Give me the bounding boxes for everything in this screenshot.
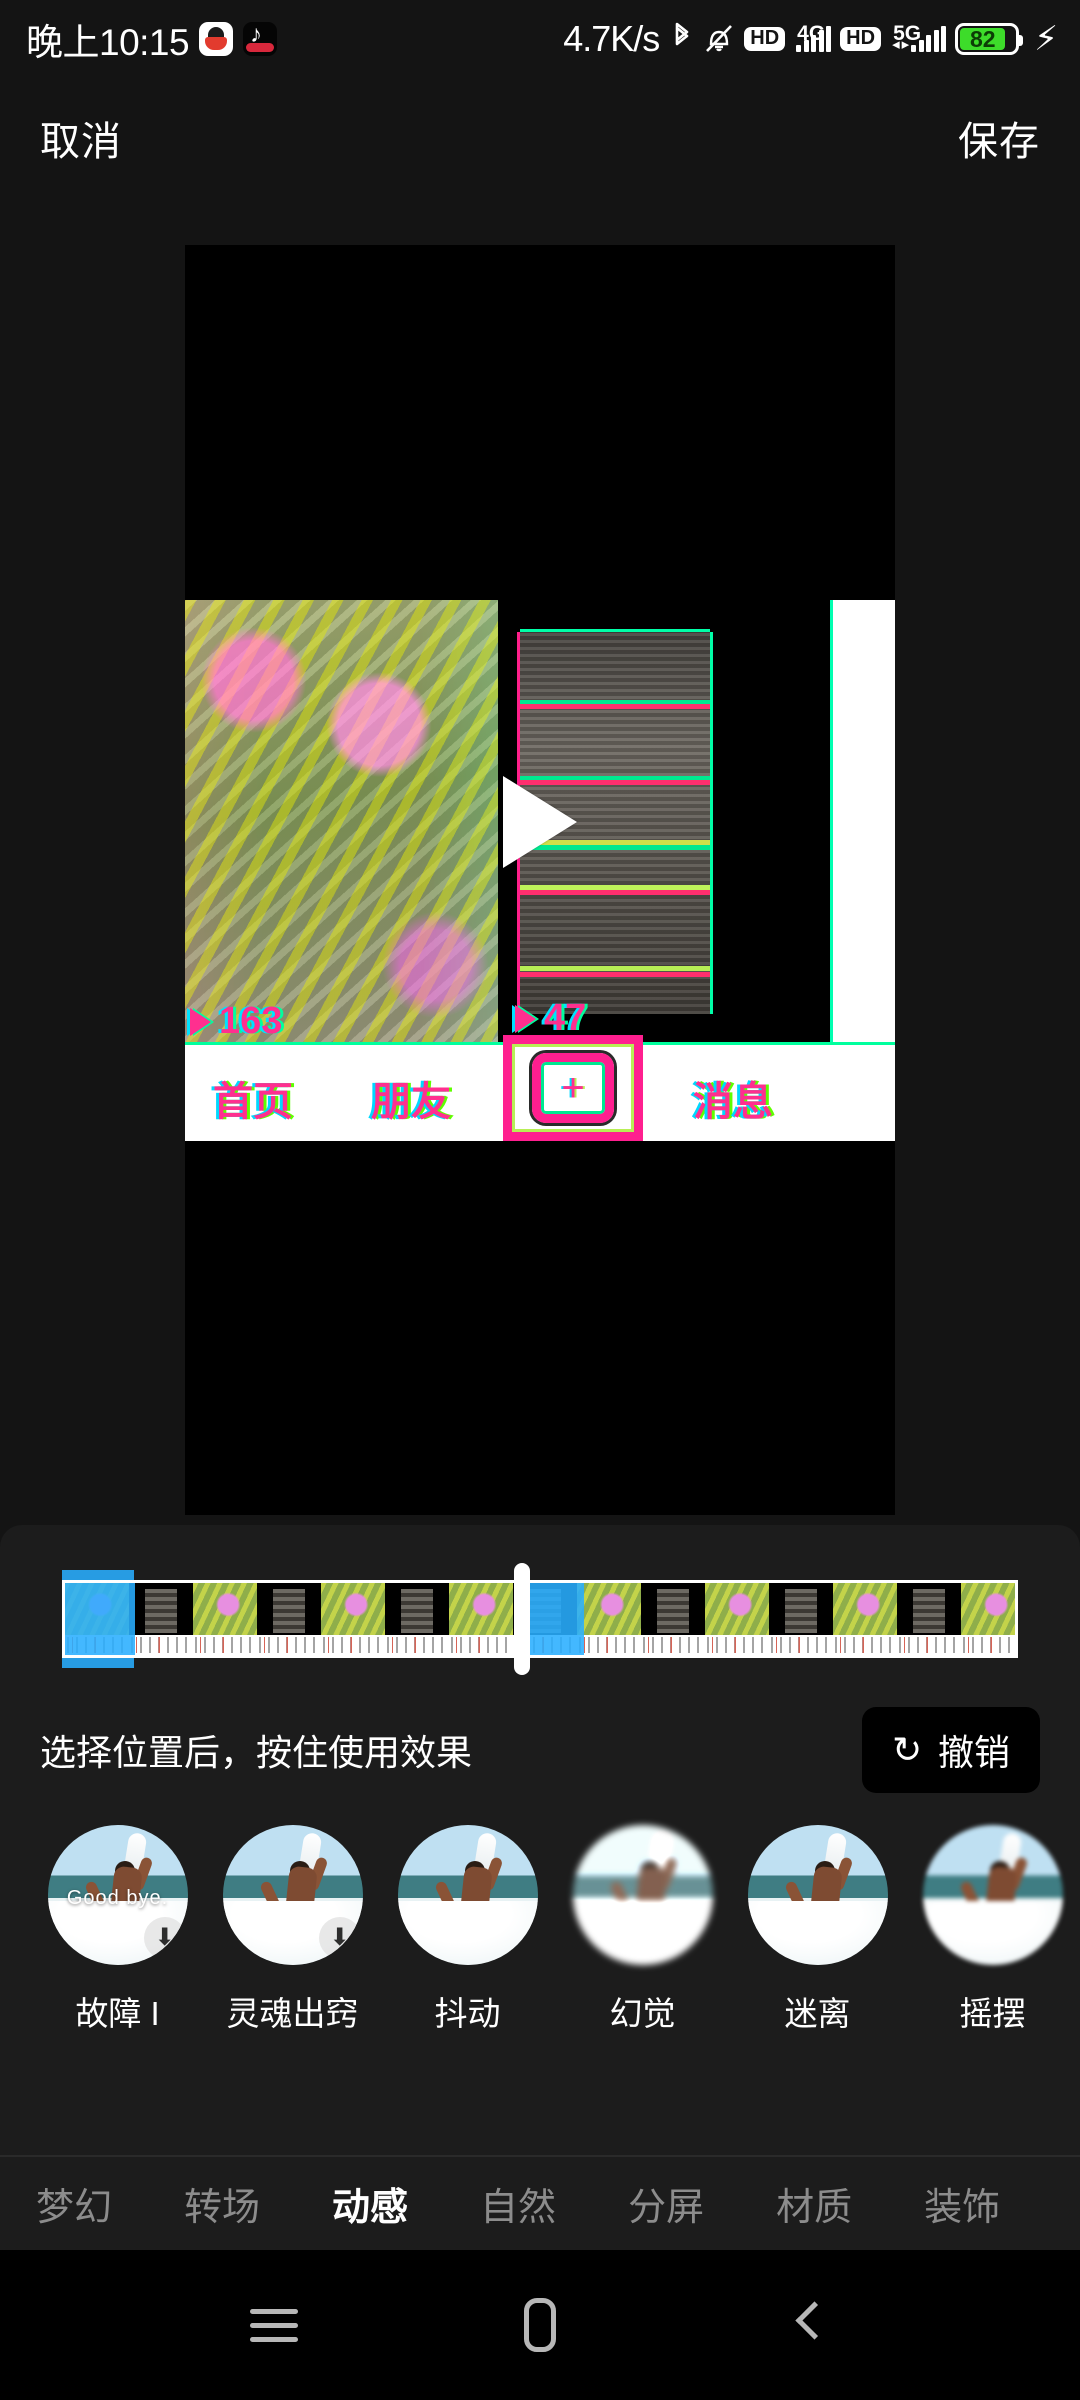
- timeline-frame: [193, 1583, 257, 1655]
- tab-caizhi[interactable]: 材质: [740, 2176, 888, 2231]
- tab-fenping[interactable]: 分屏: [592, 2176, 740, 2231]
- qq-icon: [199, 22, 234, 56]
- timeline-frame: [705, 1583, 769, 1655]
- tab-mengahuan[interactable]: 梦幻: [0, 2176, 148, 2231]
- effect-item-2[interactable]: 抖动: [380, 1825, 555, 2075]
- recents-icon[interactable]: [244, 2295, 304, 2355]
- timeline-frame: [577, 1583, 641, 1655]
- network-type-sim2: 5G: [893, 22, 922, 45]
- undo-button[interactable]: ↺ 撤销: [861, 1707, 1040, 1793]
- effect-overlay-text: Good bye.: [66, 1886, 169, 1909]
- battery-icon: 82: [955, 23, 1024, 55]
- play-icon[interactable]: [503, 776, 577, 868]
- inner-nav-add-icon: +: [532, 1053, 614, 1123]
- download-badge-icon: ⬇: [143, 1917, 186, 1959]
- effect-thumbnail: Good bye. ⬇: [47, 1825, 188, 1965]
- timeline-frame: [833, 1583, 897, 1655]
- status-bar-right: 4.7K/s HD 4G HD 5G ◂ ▸ 82 ⚡: [563, 18, 1058, 60]
- undo-icon: ↺: [891, 1729, 922, 1770]
- video-preview-area: 163 47 首页 朋友 + 消息: [0, 245, 1080, 1525]
- inner-nav-home: 首页: [213, 1080, 293, 1124]
- effect-item-4[interactable]: 迷离: [730, 1825, 905, 2075]
- video-inner-navbar: 首页 朋友 + 消息: [185, 1035, 895, 1141]
- save-button[interactable]: 保存: [958, 109, 1040, 167]
- timeline-filmstrip[interactable]: [62, 1580, 1018, 1658]
- timeline-frame: [257, 1583, 321, 1655]
- effect-item-1[interactable]: ⬇ 灵魂出窍: [205, 1825, 380, 2075]
- effect-item-5[interactable]: 摇摆: [905, 1825, 1080, 2075]
- timeline-frame: [897, 1583, 961, 1655]
- effect-thumbnail: [572, 1825, 713, 1965]
- timeline-effect-segment-2[interactable]: [530, 1583, 584, 1655]
- play-triangle-icon: [190, 1007, 211, 1036]
- tab-donggan[interactable]: 动感: [296, 2176, 444, 2231]
- category-tabs[interactable]: 梦幻 转场 动感 自然 分屏 材质 装饰: [0, 2155, 1080, 2250]
- home-icon[interactable]: [510, 2295, 570, 2355]
- status-clock: 晚上10:15: [26, 22, 190, 63]
- charging-bolt-icon: ⚡: [1034, 20, 1058, 58]
- hd-badge-sim2: HD: [840, 27, 882, 51]
- effects-list[interactable]: Good bye. ⬇ 故障 I ⬇ 灵魂出窍 抖动 幻觉 迷离 摇摆: [0, 1825, 1080, 2075]
- mute-icon: [703, 22, 735, 56]
- video-preview[interactable]: 163 47 首页 朋友 + 消息: [185, 245, 895, 1515]
- tab-ziran[interactable]: 自然: [444, 2176, 592, 2231]
- view-count-left: 163: [190, 1000, 282, 1043]
- network-type-sim1: 4G: [797, 22, 826, 45]
- effect-label: 故障 I: [75, 1995, 160, 2032]
- cancel-button[interactable]: 取消: [40, 109, 122, 167]
- effect-item-3[interactable]: 幻觉: [555, 1825, 730, 2075]
- timeline-frame: [129, 1583, 193, 1655]
- timeline-frame: [385, 1583, 449, 1655]
- back-icon[interactable]: [776, 2295, 836, 2355]
- inner-nav-friends: 朋友: [371, 1080, 451, 1124]
- hint-row: 选择位置后，按住使用效果 ↺ 撤销: [0, 1695, 1080, 1805]
- timeline-frame: [321, 1583, 385, 1655]
- effect-label: 抖动: [434, 1995, 501, 2032]
- effect-label: 灵魂出窍: [226, 1995, 359, 2032]
- view-count-right-value: 47: [544, 997, 587, 1039]
- tiktok-icon: [243, 22, 278, 56]
- app-root: 晚上10:15 4.7K/s HD 4G HD 5G ◂▸: [0, 0, 1080, 2400]
- timeline-effect-segment-1[interactable]: [65, 1583, 135, 1655]
- android-nav-bar: [0, 2250, 1080, 2400]
- timeline-frame: [769, 1583, 833, 1655]
- undo-label: 撤销: [937, 1732, 1010, 1773]
- view-count-left-value: 163: [219, 1000, 283, 1042]
- play-triangle-icon-2: [515, 1004, 536, 1033]
- timeline-frame: [449, 1583, 513, 1655]
- bluetooth-icon: [670, 22, 694, 56]
- view-count-right: 47: [515, 997, 586, 1040]
- network-speed: 4.7K/s: [563, 18, 660, 59]
- effect-label: 摇摆: [959, 1995, 1026, 2032]
- tab-zhuanchang[interactable]: 转场: [148, 2176, 296, 2231]
- effect-thumbnail: [747, 1825, 888, 1965]
- timeline-frame: [961, 1583, 1015, 1655]
- signal-sim2: 5G ◂ ▸: [890, 22, 947, 52]
- effect-thumbnail: ⬇: [222, 1825, 363, 1965]
- top-action-bar: 取消 保存: [0, 78, 1080, 198]
- download-badge-icon: ⬇: [318, 1917, 361, 1959]
- inner-nav-add-highlight: +: [503, 1035, 643, 1141]
- video-flora-region: [185, 600, 498, 1045]
- inner-nav-messages: 消息: [693, 1080, 773, 1124]
- timeline-frame: [641, 1583, 705, 1655]
- effect-thumbnail: [922, 1825, 1063, 1965]
- video-white-edge: [833, 600, 895, 1045]
- timeline-playhead[interactable]: [514, 1563, 530, 1675]
- effect-thumbnail: [397, 1825, 538, 1965]
- battery-percent: 82: [960, 26, 1006, 52]
- effect-label: 迷离: [784, 1995, 851, 2032]
- status-bar: 晚上10:15 4.7K/s HD 4G HD 5G ◂▸: [0, 0, 1080, 78]
- signal-sim1: 4G: [794, 22, 832, 52]
- hint-text: 选择位置后，按住使用效果: [40, 1732, 473, 1773]
- tab-zhuangshi[interactable]: 装饰: [888, 2176, 1036, 2231]
- status-bar-left: 晚上10:15: [26, 12, 278, 66]
- effect-item-0[interactable]: Good bye. ⬇ 故障 I: [30, 1825, 205, 2075]
- hd-badge-sim1: HD: [744, 27, 786, 51]
- effect-label: 幻觉: [609, 1995, 676, 2032]
